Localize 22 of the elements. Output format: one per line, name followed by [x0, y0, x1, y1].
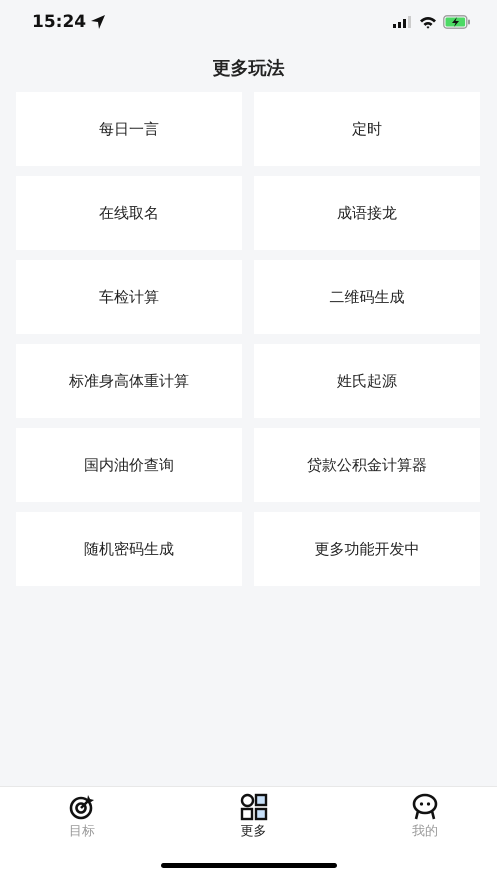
feature-card[interactable]: 在线取名 [16, 176, 242, 250]
page-title: 更多玩法 [212, 57, 284, 80]
face-icon [411, 793, 439, 821]
wifi-icon [419, 16, 437, 28]
feature-card[interactable]: 每日一言 [16, 92, 242, 166]
grid-icon [240, 793, 268, 821]
tab-item[interactable]: 更多 [222, 793, 286, 855]
location-arrow-icon [90, 14, 106, 30]
target-icon [68, 793, 96, 821]
feature-card[interactable]: 贷款公积金计算器 [254, 428, 480, 502]
feature-card[interactable]: 成语接龙 [254, 176, 480, 250]
feature-card[interactable]: 二维码生成 [254, 260, 480, 334]
status-time: 15:24 [32, 12, 86, 32]
feature-card[interactable]: 姓氏起源 [254, 344, 480, 418]
feature-card[interactable]: 车检计算 [16, 260, 242, 334]
feature-card[interactable]: 随机密码生成 [16, 512, 242, 586]
feature-card[interactable]: 国内油价查询 [16, 428, 242, 502]
feature-card[interactable]: 标准身高体重计算 [16, 344, 242, 418]
signal-icon [393, 16, 413, 28]
feature-card[interactable]: 更多功能开发中 [254, 512, 480, 586]
feature-card[interactable]: 定时 [254, 92, 480, 166]
battery-charging-icon [443, 15, 471, 29]
